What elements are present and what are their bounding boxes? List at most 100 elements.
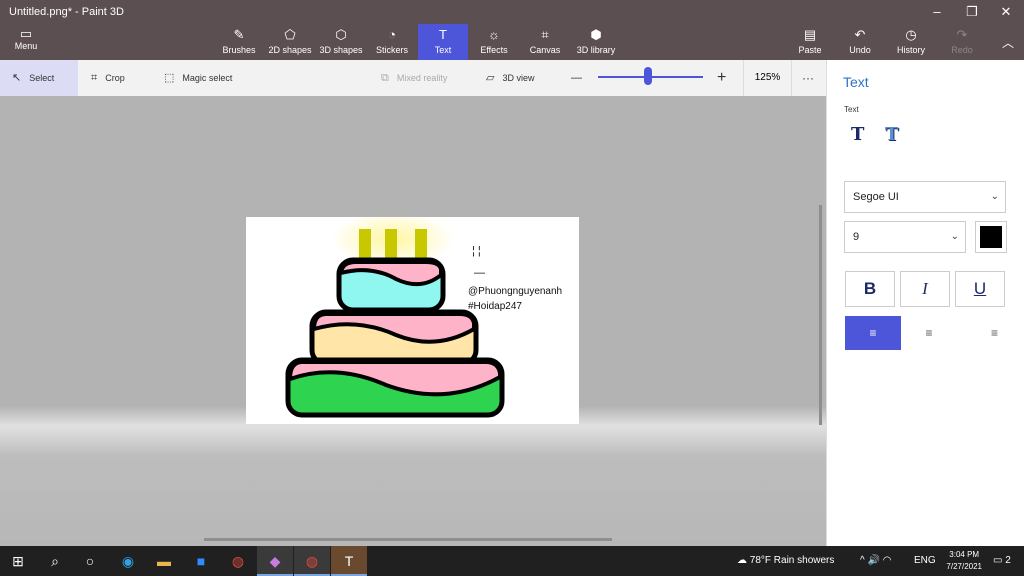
menu-label: Menu	[14, 41, 38, 51]
crop-icon: ⌗	[91, 72, 98, 84]
edge-icon[interactable]: ◉	[110, 546, 146, 576]
undo-icon: ↶	[854, 27, 866, 42]
select-tool[interactable]: ↖ Select	[0, 60, 78, 96]
redo-icon: ↷	[956, 27, 968, 42]
font-size-select[interactable]: 9 ⌄	[844, 221, 966, 253]
mixed-reality-icon: ⧉	[381, 72, 389, 84]
mixed-reality-label: Mixed reality	[396, 73, 448, 83]
minimize-button[interactable]: –	[920, 2, 954, 22]
tool-brushes[interactable]: ✎ Brushes	[221, 24, 257, 60]
undo-button[interactable]: ↶ Undo	[845, 24, 875, 60]
magic-select-label: Magic select	[182, 73, 233, 83]
align-center-button[interactable]: ≡	[901, 316, 957, 350]
search-icon[interactable]: ⌕	[37, 546, 73, 576]
more-options-button[interactable]: ···	[802, 60, 814, 96]
paste-button[interactable]: ▤ Paste	[795, 24, 825, 60]
zoom-level[interactable]: 125%	[743, 60, 792, 96]
align-left-button[interactable]: ≡	[845, 316, 901, 350]
3d-view-icon: ▱	[486, 72, 495, 84]
canvas-mark-2: —	[474, 267, 485, 279]
select-label: Select	[29, 73, 55, 83]
canvas-tag-text: #Hoidap247	[468, 301, 522, 312]
zoom-in-button[interactable]: +	[717, 60, 726, 96]
brush-icon: ✎	[233, 27, 245, 42]
cake-drawing	[285, 217, 505, 418]
3d-shapes-icon: ⬡	[335, 27, 347, 42]
tool-3d-library[interactable]: ⬢ 3D library	[574, 24, 618, 60]
stickers-icon: ◔	[388, 27, 396, 42]
redo-button[interactable]: ↷ Redo	[947, 24, 977, 60]
folder-icon: ▭	[19, 26, 33, 41]
tool-label: History	[896, 45, 925, 55]
task-view-icon[interactable]: ○	[72, 546, 108, 576]
menu-button[interactable]: ▭ Menu	[8, 26, 44, 52]
chrome-profile-icon[interactable]: ◍	[294, 546, 330, 576]
collapse-ribbon-icon[interactable]: ︿	[1002, 34, 1014, 51]
candle	[415, 229, 427, 259]
clock[interactable]: 3:04 PM 7/27/2021	[946, 549, 982, 573]
candle	[359, 229, 371, 259]
cloud-rain-icon: ☁	[737, 555, 747, 566]
3d-view-tool[interactable]: ▱ 3D view	[486, 60, 534, 96]
drawing-canvas[interactable]: ¦ ¦ — @Phuongnguyenanh #Hoidap247	[246, 217, 579, 424]
tool-label: 2D shapes	[268, 45, 312, 55]
teams-icon[interactable]: T	[331, 546, 367, 576]
clock-time: 3:04 PM	[949, 550, 980, 559]
mixed-reality-tool[interactable]: ⧉ Mixed reality	[381, 60, 447, 96]
clock-date: 7/27/2021	[946, 562, 982, 571]
taskbar: ⊞ ⌕ ○ ◉ ▬ ■ ◍ ◆ ◍ T ☁ 78°F Rain showers …	[0, 546, 1024, 576]
file-explorer-icon[interactable]: ▬	[146, 546, 182, 576]
notification-icon[interactable]: ▭ 2	[993, 546, 1011, 576]
2d-shapes-icon: ⬠	[284, 27, 296, 42]
system-tray-icons[interactable]: ^ 🔊 ◠	[860, 546, 891, 576]
close-button[interactable]: ✕	[989, 2, 1023, 22]
3d-library-icon: ⬢	[590, 27, 602, 42]
vertical-scrollbar[interactable]	[819, 205, 822, 425]
history-icon: ◷	[905, 27, 917, 42]
bold-button[interactable]: B	[845, 271, 895, 307]
chrome-icon[interactable]: ◍	[220, 546, 256, 576]
tool-2d-shapes[interactable]: ⬠ 2D shapes	[268, 24, 312, 60]
zoom-icon[interactable]: ■	[183, 546, 219, 576]
font-family-select[interactable]: Segoe UI ⌄	[844, 181, 1006, 213]
tool-label: Brushes	[222, 45, 256, 55]
tool-text[interactable]: T Text	[418, 24, 468, 60]
zoom-out-button[interactable]: —	[571, 60, 582, 96]
start-button[interactable]: ⊞	[0, 546, 36, 576]
tool-effects[interactable]: ☼ Effects	[477, 24, 511, 60]
maximize-button[interactable]: ❐	[955, 2, 989, 22]
language-indicator[interactable]: ENG	[914, 546, 936, 576]
history-button[interactable]: ◷ History	[894, 24, 928, 60]
zoom-slider-thumb[interactable]	[644, 67, 653, 85]
panel-subtitle: Text	[844, 105, 859, 114]
tool-canvas[interactable]: ⌗ Canvas	[527, 24, 563, 60]
canvas-icon: ⌗	[541, 27, 549, 42]
align-right-button[interactable]: ≡	[956, 316, 1012, 350]
horizontal-scrollbar[interactable]	[204, 538, 612, 541]
panel-title: Text	[843, 74, 869, 90]
tool-label: Effects	[480, 45, 508, 55]
color-swatch	[980, 226, 1002, 248]
weather-widget[interactable]: ☁ 78°F Rain showers	[737, 546, 834, 576]
tool-3d-shapes[interactable]: ⬡ 3D shapes	[319, 24, 363, 60]
text-panel: Text Text T T Segoe UI ⌄ 9 ⌄ B I U ≡ ≡ ≡	[826, 60, 1024, 546]
font-size-value: 9	[853, 231, 860, 243]
tool-stickers[interactable]: ◔ Stickers	[374, 24, 410, 60]
crop-tool[interactable]: ⌗ Crop	[91, 60, 125, 96]
3d-view-label: 3D view	[502, 73, 535, 83]
chevron-down-icon: ⌄	[950, 231, 959, 242]
2d-text-icon[interactable]: T	[851, 124, 864, 145]
3d-text-icon[interactable]: T	[885, 124, 898, 145]
tool-label: Undo	[849, 45, 871, 55]
text-color-picker[interactable]	[975, 221, 1007, 253]
magic-select-tool[interactable]: ⬚ Magic select	[164, 60, 232, 96]
tool-label: Text	[434, 45, 452, 55]
tool-label: Paste	[798, 45, 822, 55]
effects-icon: ☼	[488, 27, 500, 42]
underline-button[interactable]: U	[955, 271, 1005, 307]
candle	[385, 229, 397, 259]
paint3d-icon[interactable]: ◆	[257, 546, 293, 576]
sub-toolbar: ↖ Select ⌗ Crop ⬚ Magic select ⧉ Mixed r…	[0, 60, 826, 96]
italic-button[interactable]: I	[900, 271, 950, 307]
weather-text: 78°F Rain showers	[749, 555, 835, 566]
